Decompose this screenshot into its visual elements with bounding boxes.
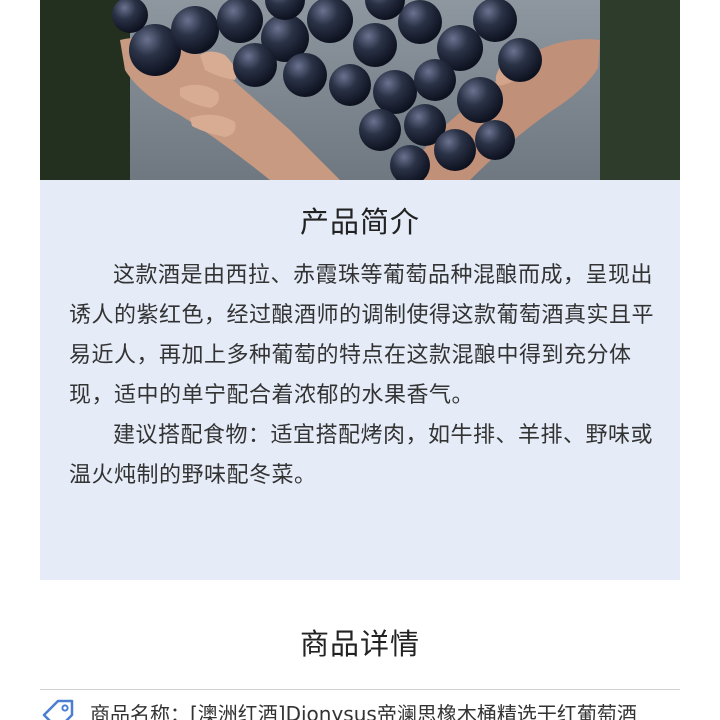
detail-product-name: 商品名称：[澳洲红酒]Dionysus帝澜思橡木桶精选干红葡萄酒 (90, 702, 637, 720)
detail-row-product-name: 商品名称：[澳洲红酒]Dionysus帝澜思橡木桶精选干红葡萄酒 (40, 697, 680, 720)
product-intro-body: 这款酒是由西拉、赤霞珠等葡萄品种混酿而成，呈现出诱人的紫红色，经过酿酒师的调制使… (69, 256, 654, 496)
tag-icon (40, 697, 78, 720)
product-details-title: 商品详情 (299, 627, 420, 661)
product-intro-paragraph: 这款酒是由西拉、赤霞珠等葡萄品种混酿而成，呈现出诱人的紫红色，经过酿酒师的调制使… (69, 263, 655, 408)
grapes-in-hands-illustration (40, 0, 680, 180)
grapes-hero-image (40, 0, 680, 180)
product-detail-page: 产品简介 这款酒是由西拉、赤霞珠等葡萄品种混酿而成，呈现出诱人的紫红色，经过酿酒… (0, 0, 720, 720)
details-divider (40, 689, 680, 690)
food-pairing-paragraph: 建议搭配食物：适宜搭配烤肉，如牛排、羊排、野味或温火炖制的野味配冬菜。 (69, 423, 654, 488)
product-intro-title: 产品简介 (299, 205, 420, 239)
